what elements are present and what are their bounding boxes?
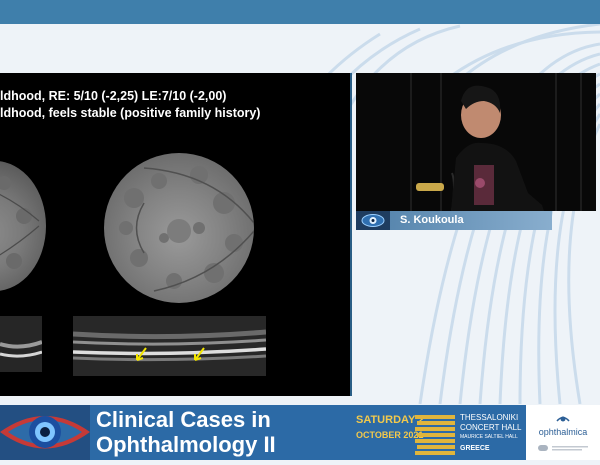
speaker-video [356, 73, 596, 211]
annotation-arrow [133, 346, 149, 369]
event-banner: Clinical Cases in Ophthalmology II SATUR… [0, 405, 600, 460]
fundus-image-right-eye [0, 161, 46, 291]
venue-room: MAURICE SALTIEL HALL [460, 434, 518, 440]
banner-eye-icon [0, 405, 90, 460]
speaker-name: S. Koukoula [400, 214, 464, 226]
banner-title-line-2: Ophthalmology II [96, 432, 276, 457]
sponsor-logo: ophthalmica [526, 405, 600, 460]
venue-city: THESSALONIKI [460, 413, 519, 422]
presentation-slide: ldhood, RE: 5/10 (-2,25) LE:7/10 (-2,00)… [0, 73, 352, 396]
oct-scan-left-eye [73, 316, 266, 376]
concert-hall-icon [413, 409, 457, 457]
slide-line-2: ldhood, feels stable (positive family hi… [0, 106, 261, 120]
speaker-name-bar: S. Koukoula [356, 211, 552, 230]
eye-logo-icon [356, 211, 390, 230]
venue-hall: CONCERT HALL [460, 423, 522, 432]
venue-country: GREECE [460, 445, 490, 452]
ophthalmica-logo-icon [556, 416, 570, 422]
banner-title-line-1: Clinical Cases in [96, 407, 271, 432]
annotation-arrow [191, 346, 207, 369]
top-bar [0, 0, 600, 24]
slide-line-1: ldhood, RE: 5/10 (-2,25) LE:7/10 (-2,00) [0, 89, 227, 103]
fundus-image-left-eye [104, 153, 254, 303]
oct-scan-right-eye [0, 316, 42, 372]
brand-name: ophthalmica [539, 427, 588, 437]
